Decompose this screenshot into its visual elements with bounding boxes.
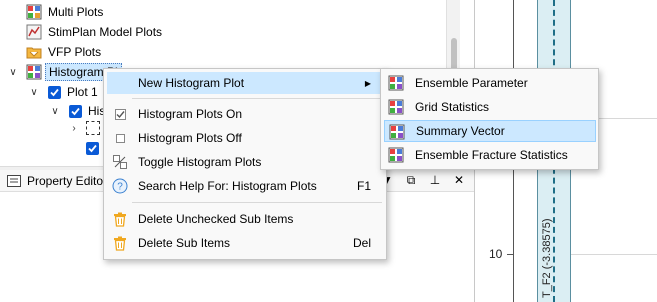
toggle-icon [112,154,128,170]
property-editor-icon [7,174,21,187]
menu-separator [132,202,382,203]
submenu-item-ensemble-parameter[interactable]: Ensemble Parameter [384,72,596,94]
menu-item-new-histogram-plot[interactable]: New Histogram Plot ▶ [107,72,383,94]
tree-item-vfp-plots[interactable]: VFP Plots [26,42,101,62]
tree-item-label: VFP Plots [48,45,102,59]
histogram-plot-icon [388,75,404,91]
float-window-icon[interactable]: ⧉ [404,173,418,188]
menu-separator [132,98,382,99]
stimplan-icon [26,24,42,40]
submenu-item-label: Ensemble Parameter [415,76,528,90]
trash-icon [112,211,128,227]
unchecked-box-icon [112,130,128,146]
vfp-folder-icon [26,47,42,59]
menu-item-histogram-plots-on[interactable]: Histogram Plots On [107,103,383,125]
chevron-down-icon[interactable]: ∨ [6,65,20,79]
checkbox-checked-icon[interactable] [69,104,82,118]
pin-icon[interactable]: ⊥ [428,173,442,188]
menu-item-label: New Histogram Plot [138,76,245,90]
tree-item-label: Plot 1 [67,85,98,99]
menu-item-toggle-histogram-plots[interactable]: Toggle Histogram Plots [107,151,383,173]
close-icon[interactable]: ✕ [452,173,466,188]
submenu-item-grid-statistics[interactable]: Grid Statistics [384,96,596,118]
submenu-item-ensemble-fracture-statistics[interactable]: Ensemble Fracture Statistics [384,144,596,166]
y-tick-mark [507,254,513,255]
submenu-item-summary-vector[interactable]: Summary Vector [384,120,596,142]
grid-line [571,254,657,255]
chevron-right-icon[interactable]: › [67,121,81,135]
property-editor-title: Property Edito [27,173,104,188]
histogram-plot-icon [388,99,404,115]
tree-item-sub[interactable] [86,138,99,158]
tree-item-plot-1[interactable]: ∨ Plot 1 [27,82,98,102]
context-menu: New Histogram Plot ▶ Histogram Plots On … [103,68,387,260]
histogram-plot-icon [388,147,404,163]
tree-item-multi-plots[interactable]: Multi Plots [26,2,103,22]
y-tick-label: 10 [489,247,503,261]
submenu-item-label: Grid Statistics [415,100,490,114]
tree-item-collapsed[interactable]: › [67,118,100,138]
chevron-down-icon[interactable]: ∨ [27,85,41,99]
menu-item-delete-unchecked-sub-items[interactable]: Delete Unchecked Sub Items [107,208,383,230]
curve-label: T_F2 (-3.38575) [541,218,553,298]
menu-item-histogram-plots-off[interactable]: Histogram Plots Off [107,127,383,149]
shortcut-label: Del [352,236,371,250]
menu-item-label: Histogram Plots On [138,107,243,121]
menu-item-label: Delete Unchecked Sub Items [138,212,294,226]
checkbox-checked-icon[interactable] [86,141,99,155]
histogram-plot-icon [389,124,405,140]
curve-placeholder-icon [86,121,100,135]
menu-item-search-help[interactable]: ? Search Help For: Histogram Plots F1 [107,175,383,197]
tree-item-label: StimPlan Model Plots [48,25,163,39]
menu-item-label: Histogram Plots Off [138,131,242,145]
submenu-item-label: Summary Vector [416,124,505,138]
menu-item-label: Delete Sub Items [138,236,231,250]
tree-item-label: Multi Plots [48,5,104,19]
tree-item-stimplan-model-plots[interactable]: StimPlan Model Plots [26,22,162,42]
menu-item-label: Search Help For: Histogram Plots [138,179,317,193]
multi-plot-icon [26,4,42,20]
histogram-plot-icon [26,64,42,80]
submenu-arrow-icon: ▶ [364,78,371,88]
help-icon: ? [112,178,128,194]
menu-item-label: Toggle Histogram Plots [138,155,262,169]
submenu-new-histogram-plot: Ensemble Parameter Grid Statistics Summa… [380,68,599,170]
svg-text:?: ? [117,182,123,193]
checkbox-checked-icon[interactable] [48,85,61,99]
checked-box-icon [112,106,128,122]
shortcut-label: F1 [356,179,371,193]
chevron-down-icon[interactable]: ∨ [48,104,62,118]
trash-icon [112,235,128,251]
submenu-item-label: Ensemble Fracture Statistics [415,148,568,162]
menu-item-delete-sub-items[interactable]: Delete Sub Items Del [107,232,383,254]
